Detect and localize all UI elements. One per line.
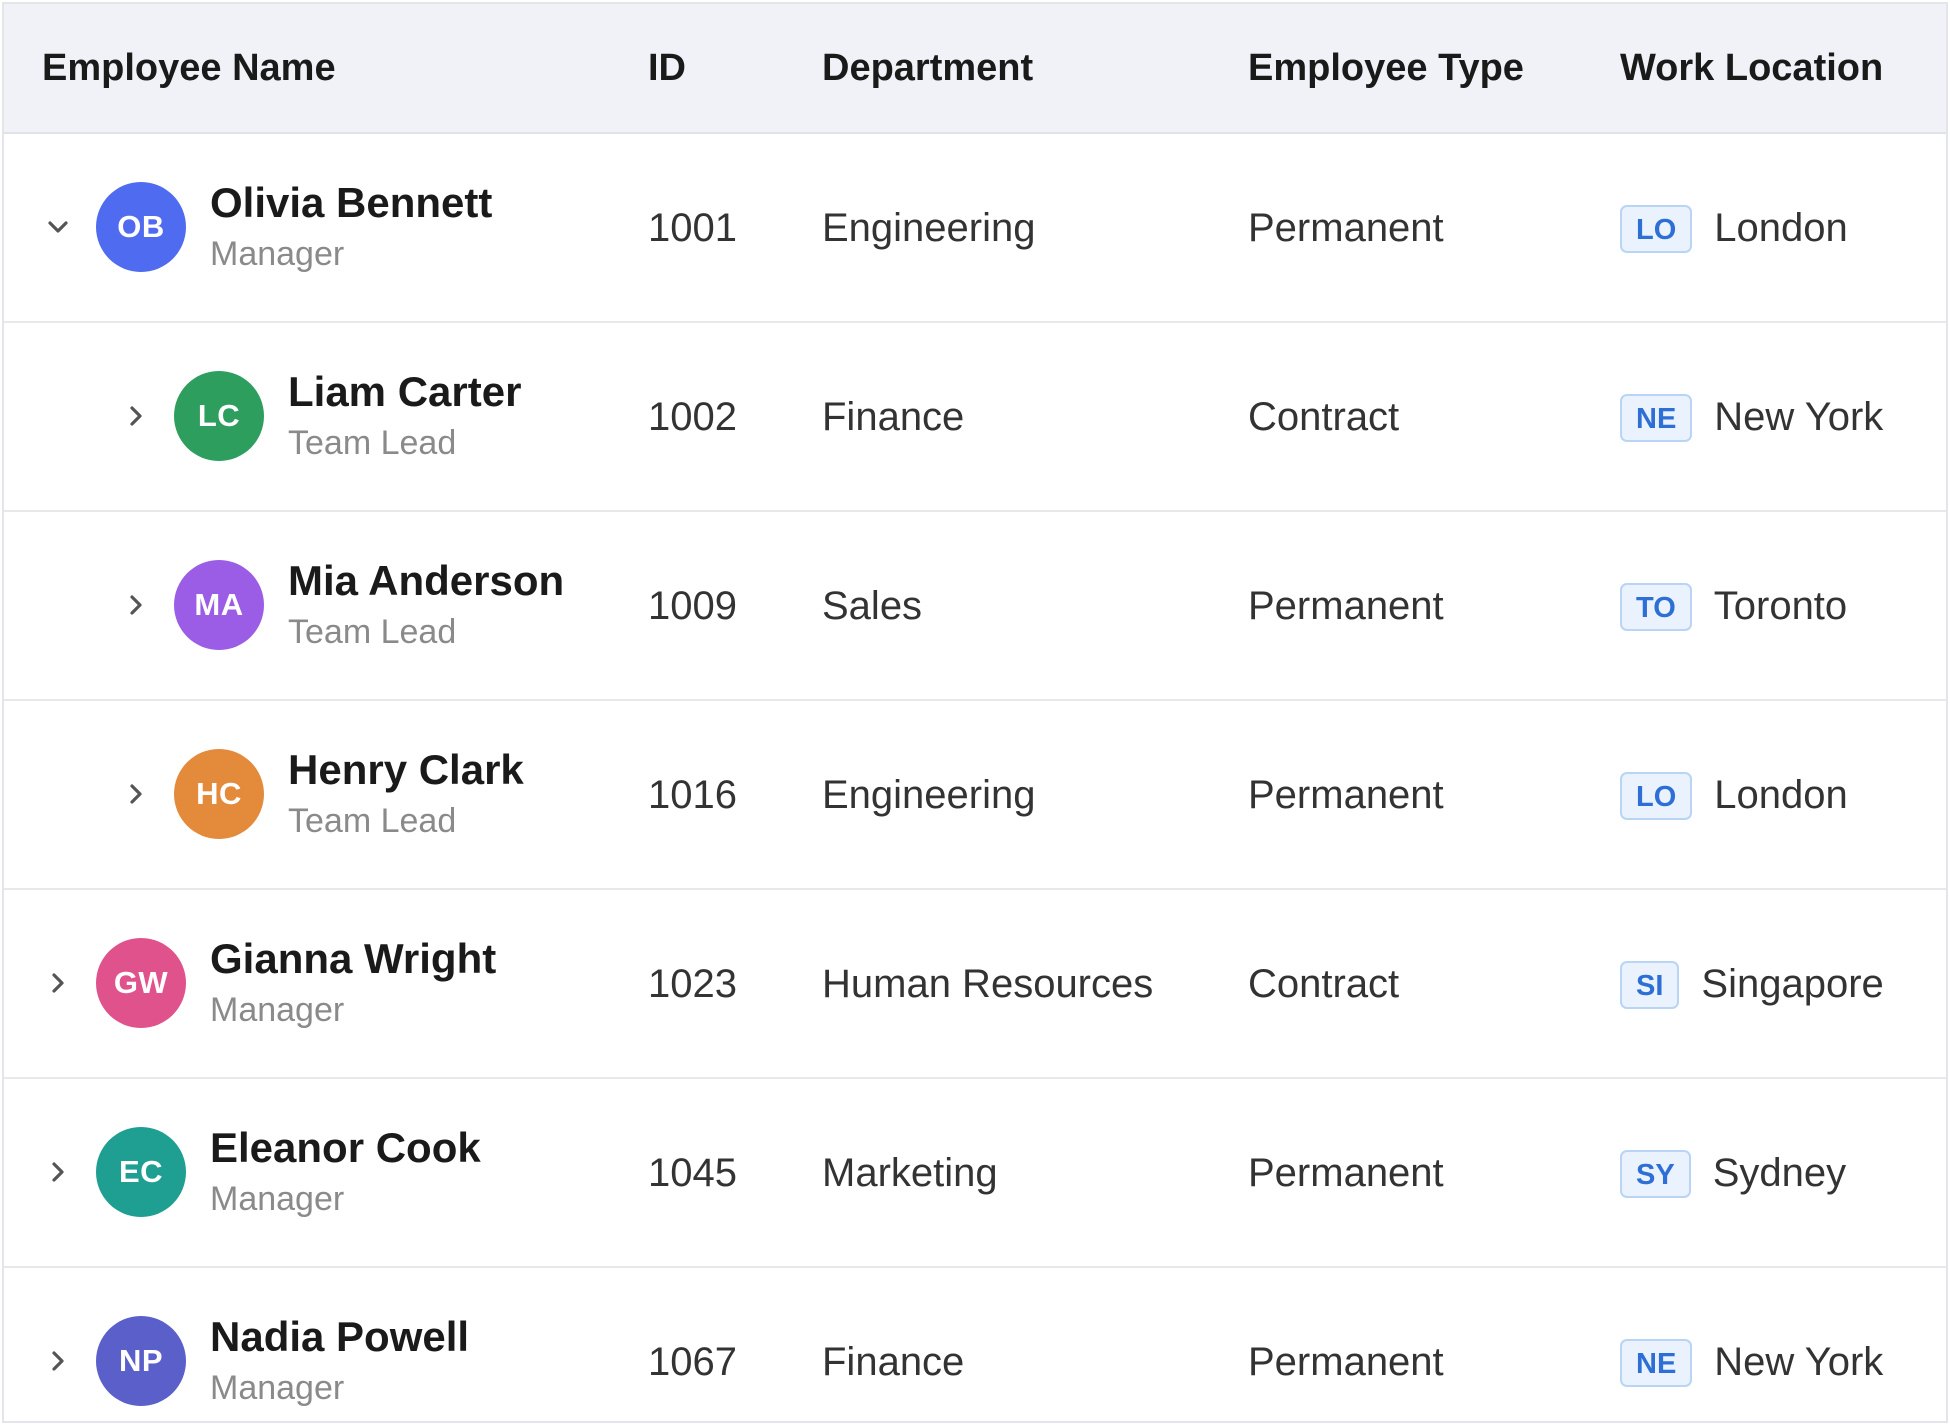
location-name: London: [1714, 206, 1848, 250]
employee-tree-grid: Employee Name ID Department Employee Typ…: [2, 2, 1948, 1423]
employee-type: Permanent: [1248, 584, 1444, 628]
employee-name: Olivia Bennett: [210, 179, 493, 226]
employee-type: Permanent: [1248, 1151, 1444, 1195]
location-code-badge: SI: [1620, 960, 1680, 1009]
expand-toggle[interactable]: [112, 581, 160, 629]
table-row[interactable]: OB Olivia Bennett Manager 1001 Engineeri…: [4, 134, 1946, 323]
work-location: SI Singapore: [1620, 890, 1884, 1079]
location-name: New York: [1714, 395, 1884, 439]
location-name: New York: [1714, 1340, 1884, 1384]
location-name: London: [1714, 773, 1848, 817]
table-row[interactable]: EC Eleanor Cook Manager 1045 Marketing P…: [4, 1079, 1946, 1268]
location-code-badge: LO: [1620, 204, 1693, 253]
employee-role: Manager: [210, 991, 345, 1029]
chevron-right-icon: [130, 784, 142, 804]
work-location: LO London: [1620, 701, 1848, 890]
employee-type: Contract: [1248, 395, 1400, 439]
avatar: EC: [96, 1127, 186, 1217]
employee-department: Sales: [822, 584, 923, 628]
header-employee-type[interactable]: Employee Type: [1248, 4, 1524, 132]
work-location: NE New York: [1620, 1268, 1884, 1421]
chevron-right-icon: [130, 406, 142, 426]
employee-type: Contract: [1248, 962, 1400, 1006]
employee-department: Finance: [822, 1340, 965, 1384]
employee-id: 1016: [648, 773, 737, 817]
employee-type: Permanent: [1248, 773, 1444, 817]
employee-name: Henry Clark: [288, 746, 524, 793]
header-work-location[interactable]: Work Location: [1620, 4, 1883, 132]
expand-toggle[interactable]: [34, 959, 82, 1007]
expand-toggle[interactable]: [112, 770, 160, 818]
employee-name: Mia Anderson: [288, 557, 565, 604]
chevron-right-icon: [52, 1162, 64, 1182]
employee-type: Permanent: [1248, 206, 1444, 250]
work-location: NE New York: [1620, 323, 1883, 512]
location-name: Singapore: [1701, 962, 1884, 1006]
table-row[interactable]: LC Liam Carter Team Lead 1002 Finance Co…: [4, 323, 1946, 512]
work-location: LO London: [1620, 134, 1848, 323]
employee-name: Eleanor Cook: [210, 1124, 481, 1171]
employee-name: Nadia Powell: [210, 1313, 470, 1360]
employee-role: Manager: [210, 235, 345, 273]
employee-role: Manager: [210, 1180, 345, 1218]
location-name: Toronto: [1713, 584, 1848, 628]
avatar: NP: [96, 1316, 186, 1406]
table-row[interactable]: NP Nadia Powell Manager 1067 Finance Per…: [4, 1268, 1946, 1421]
location-code-badge: LO: [1620, 771, 1693, 820]
employee-id: 1067: [648, 1340, 737, 1384]
header-employee-name[interactable]: Employee Name: [42, 4, 336, 132]
avatar: GW: [96, 938, 186, 1028]
expand-toggle[interactable]: [34, 1148, 82, 1196]
avatar: MA: [174, 560, 264, 650]
grid-header: Employee Name ID Department Employee Typ…: [4, 4, 1946, 134]
avatar: HC: [174, 749, 264, 839]
table-row[interactable]: GW Gianna Wright Manager 1023 Human Reso…: [4, 890, 1946, 1079]
employee-role: Team Lead: [288, 424, 457, 462]
work-location: TO Toronto: [1620, 512, 1847, 701]
employee-department: Finance: [822, 395, 965, 439]
location-code-badge: NE: [1620, 1338, 1693, 1387]
employee-id: 1045: [648, 1151, 737, 1195]
location-code-badge: TO: [1620, 582, 1692, 631]
chevron-right-icon: [52, 973, 64, 993]
expand-toggle[interactable]: [112, 392, 160, 440]
table-row[interactable]: HC Henry Clark Team Lead 1016 Engineerin…: [4, 701, 1946, 890]
location-name: Sydney: [1712, 1151, 1847, 1195]
employee-role: Manager: [210, 1369, 345, 1407]
employee-department: Engineering: [822, 206, 1036, 250]
employee-name: Gianna Wright: [210, 935, 497, 982]
employee-department: Marketing: [822, 1151, 998, 1195]
employee-department: Human Resources: [822, 962, 1154, 1006]
collapse-toggle[interactable]: [34, 203, 82, 251]
work-location: SY Sydney: [1620, 1079, 1846, 1268]
employee-id: 1001: [648, 206, 737, 250]
avatar: LC: [174, 371, 264, 461]
employee-id: 1009: [648, 584, 737, 628]
header-department[interactable]: Department: [822, 4, 1033, 132]
grid-body: OB Olivia Bennett Manager 1001 Engineeri…: [4, 134, 1946, 1421]
employee-id: 1023: [648, 962, 737, 1006]
location-code-badge: NE: [1620, 393, 1693, 442]
location-code-badge: SY: [1620, 1149, 1691, 1198]
employee-role: Team Lead: [288, 802, 457, 840]
avatar: OB: [96, 182, 186, 272]
chevron-right-icon: [52, 1351, 64, 1371]
table-row[interactable]: MA Mia Anderson Team Lead 1009 Sales Per…: [4, 512, 1946, 701]
employee-role: Team Lead: [288, 613, 457, 651]
employee-department: Engineering: [822, 773, 1036, 817]
employee-type: Permanent: [1248, 1340, 1444, 1384]
employee-id: 1002: [648, 395, 737, 439]
employee-name: Liam Carter: [288, 368, 522, 415]
chevron-right-icon: [130, 595, 142, 615]
chevron-down-icon: [48, 221, 68, 233]
header-id[interactable]: ID: [648, 4, 686, 132]
expand-toggle[interactable]: [34, 1337, 82, 1385]
